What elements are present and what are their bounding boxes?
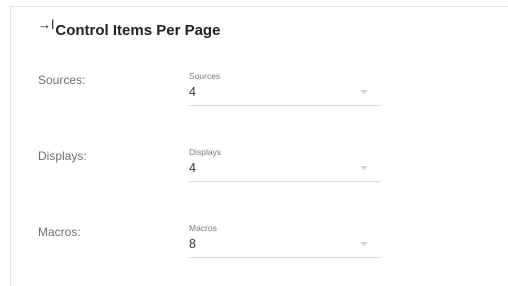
caret-down-icon[interactable] [360, 166, 368, 170]
macros-field-label: Macros [189, 223, 217, 233]
displays-select[interactable]: Displays 4 [189, 147, 381, 182]
arrow-right-to-bar-icon: →ǀ [38, 17, 55, 32]
caret-down-icon[interactable] [360, 242, 368, 246]
sources-field-value: 4 [189, 85, 196, 99]
displays-row-label: Displays: [38, 149, 87, 163]
macros-select[interactable]: Macros 8 [189, 223, 381, 258]
displays-field-label: Displays [189, 147, 222, 157]
sources-select[interactable]: Sources 4 [189, 71, 381, 106]
macros-field-value: 8 [189, 237, 196, 251]
section-title: →ǀ Control Items Per Page [38, 18, 221, 40]
macros-row-label: Macros: [38, 225, 81, 239]
sources-field-label: Sources [189, 71, 221, 81]
sources-row-label: Sources: [38, 73, 86, 87]
displays-field-value: 4 [189, 161, 196, 175]
section-title-text: Control Items Per Page [55, 22, 221, 39]
caret-down-icon[interactable] [360, 90, 368, 94]
